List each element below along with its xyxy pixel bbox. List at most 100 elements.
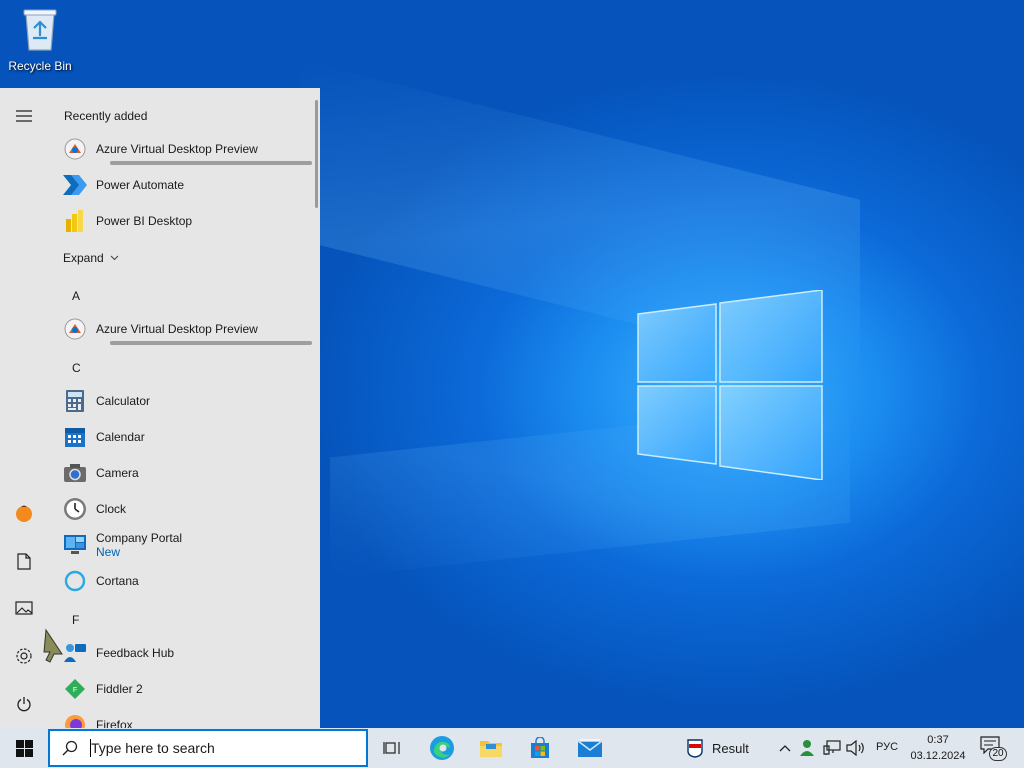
- app-firefox[interactable]: Firefox: [62, 708, 302, 728]
- app-name: Cortana: [96, 574, 139, 588]
- hamburger-menu-button[interactable]: [6, 98, 42, 134]
- user-account-button[interactable]: [6, 495, 42, 531]
- search-icon: [62, 740, 78, 756]
- documents-button[interactable]: [6, 543, 42, 579]
- settings-button[interactable]: [6, 638, 42, 674]
- clock-time: 0:37: [927, 734, 949, 746]
- clock-date-text: 03.12.2024: [910, 750, 966, 762]
- taskbar: Type here to search Result РУС 0:37 03.1…: [0, 728, 1024, 768]
- task-view-icon: [383, 742, 400, 754]
- app-power-automate[interactable]: Power Automate: [62, 168, 302, 202]
- edge-icon: [430, 736, 454, 760]
- expand-label: Expand: [63, 251, 104, 265]
- cortana-icon: [62, 568, 88, 594]
- app-name: Power Automate: [96, 178, 185, 192]
- app-name: Company Portal: [96, 531, 183, 545]
- app-name: Feedback Hub: [96, 646, 175, 660]
- pictures-icon: [15, 601, 33, 615]
- app-name: Clock: [96, 502, 127, 516]
- start-button[interactable]: [0, 728, 48, 768]
- app-company-portal[interactable]: Company Portal New: [62, 528, 302, 562]
- user-tray-button[interactable]: [798, 738, 818, 758]
- settings-icon: [16, 648, 32, 664]
- svg-text:F: F: [73, 687, 77, 694]
- task-view-button[interactable]: [376, 732, 408, 764]
- app-feedback-hub[interactable]: Feedback Hub: [62, 636, 302, 670]
- app-name: Power BI Desktop: [96, 214, 193, 228]
- file-explorer-icon: [480, 741, 502, 757]
- recycle-bin-label: Recycle Bin: [8, 59, 72, 73]
- hamburger-icon: [16, 110, 32, 122]
- input-language-indicator[interactable]: РУС: [876, 741, 898, 753]
- install-progress-bar: [110, 161, 312, 165]
- recently-added-heading: Recently added: [64, 109, 148, 123]
- app-name: Firefox: [96, 718, 133, 728]
- app-azure-virtual-desktop[interactable]: Azure Virtual Desktop Preview: [62, 312, 312, 346]
- edge-button[interactable]: [426, 732, 458, 764]
- app-name: Calendar: [96, 430, 145, 444]
- app-list[interactable]: Recently added Azure Virtual Desktop Pre…: [48, 88, 316, 728]
- azure-virtual-desktop-icon: [62, 136, 88, 162]
- file-explorer-button[interactable]: [475, 732, 507, 764]
- app-name: Azure Virtual Desktop Preview: [96, 142, 258, 156]
- app-name: Camera: [96, 466, 139, 480]
- app-calculator[interactable]: Calculator: [62, 384, 302, 418]
- power-automate-icon: [62, 172, 88, 198]
- chevron-up-icon: [779, 745, 791, 752]
- expand-button[interactable]: Expand: [63, 251, 119, 265]
- fiddler-icon: F: [62, 676, 88, 702]
- camera-icon: [62, 460, 88, 486]
- pictures-button[interactable]: [6, 590, 42, 626]
- app-azure-virtual-desktop-recent[interactable]: Azure Virtual Desktop Preview: [62, 132, 312, 166]
- recycle-bin-icon: [23, 9, 57, 51]
- user-sync-icon: [800, 740, 814, 756]
- documents-icon: [17, 552, 31, 570]
- chevron-down-icon: [110, 255, 119, 261]
- taskbar-search-box[interactable]: Type here to search: [48, 729, 368, 767]
- app-name: Fiddler 2: [96, 682, 143, 696]
- network-button[interactable]: [822, 738, 842, 758]
- power-bi-icon: [62, 208, 88, 234]
- recycle-bin-shortcut[interactable]: Recycle Bin: [4, 6, 76, 73]
- app-calendar[interactable]: Calendar: [62, 420, 302, 454]
- power-button[interactable]: [6, 686, 42, 722]
- action-center-button[interactable]: 20: [980, 736, 1008, 762]
- app-name: Azure Virtual Desktop Preview: [96, 322, 258, 336]
- azure-virtual-desktop-icon: [62, 316, 88, 342]
- windows-logo-wallpaper: [637, 290, 823, 480]
- start-menu: Recently added Azure Virtual Desktop Pre…: [0, 88, 320, 728]
- tray-widget-label: Result: [712, 740, 749, 756]
- group-header-f[interactable]: F: [72, 613, 79, 627]
- feedback-hub-icon: [62, 640, 88, 666]
- clock-icon: [62, 496, 88, 522]
- app-power-bi-desktop[interactable]: Power BI Desktop: [62, 204, 302, 238]
- new-badge: New: [96, 545, 121, 559]
- windows-start-icon: [15, 739, 33, 757]
- calendar-icon: [62, 424, 88, 450]
- app-name-with-badge: Company Portal New: [96, 531, 182, 559]
- app-list-scrollbar[interactable]: [315, 100, 318, 208]
- group-header-a[interactable]: A: [72, 289, 80, 303]
- start-menu-rail: [0, 88, 63, 728]
- nfl-logo-icon: [687, 739, 703, 758]
- microsoft-store-button[interactable]: [524, 732, 556, 764]
- search-placeholder: Type here to search: [91, 740, 215, 756]
- mail-button[interactable]: [574, 732, 606, 764]
- volume-button[interactable]: [846, 738, 866, 758]
- mail-icon: [577, 739, 603, 757]
- tray-widget-result[interactable]: Result: [686, 738, 749, 758]
- app-fiddler-2[interactable]: F Fiddler 2: [62, 672, 302, 706]
- show-hidden-icons-button[interactable]: [775, 738, 795, 758]
- group-header-c[interactable]: C: [72, 361, 81, 375]
- app-camera[interactable]: Camera: [62, 456, 302, 490]
- store-icon: [531, 737, 549, 758]
- network-icon: [823, 740, 841, 755]
- notification-count-badge: 20: [989, 747, 1007, 761]
- app-clock[interactable]: Clock: [62, 492, 302, 526]
- app-cortana[interactable]: Cortana: [62, 564, 302, 598]
- calculator-icon: [62, 388, 88, 414]
- firefox-icon: [62, 712, 88, 728]
- user-avatar-icon: [16, 505, 32, 522]
- clock-date[interactable]: 0:37 03.12.2024: [902, 732, 974, 764]
- company-portal-icon: [62, 532, 88, 558]
